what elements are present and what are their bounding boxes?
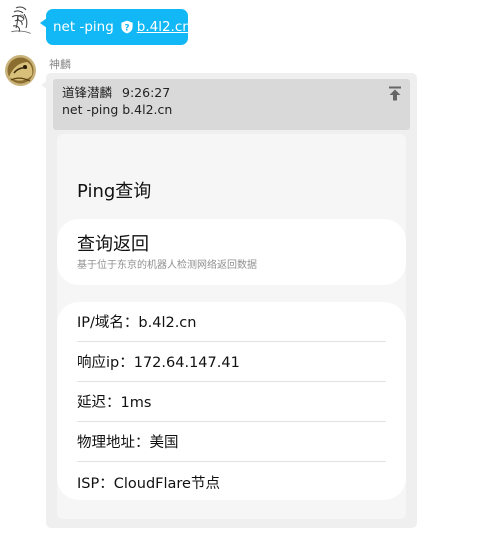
result-row-domain: IP/域名：b.4l2.cn: [77, 302, 386, 342]
section-title: 查询返回: [77, 234, 149, 255]
quote-author: 道锋潜麟: [62, 85, 113, 100]
result-list: IP/域名：b.4l2.cn 响应ip：172.64.147.41 延迟：1ms…: [57, 302, 406, 500]
quoted-message[interactable]: 道锋潜麟 9:26:27 net -ping b.4l2.cn: [53, 79, 410, 130]
pin-to-top-icon[interactable]: [388, 86, 402, 101]
result-row-isp: ISP：CloudFlare节点: [77, 475, 220, 492]
quote-text: net -ping b.4l2.cn: [62, 102, 173, 117]
user-message-bubble[interactable]: net -ping ? b.4l2.cn: [40, 9, 191, 45]
bot-avatar[interactable]: [5, 55, 36, 86]
bot-name: 神麟: [49, 58, 71, 71]
command-text: net -ping: [53, 19, 114, 35]
query-header-section: 查询返回 基于位于东京的机器人检测网络返回数据: [57, 219, 406, 285]
result-row-latency: 延迟：1ms: [77, 382, 386, 422]
svg-text:?: ?: [124, 23, 129, 33]
domain-link[interactable]: b.4l2.cn: [137, 19, 191, 35]
user-avatar[interactable]: [6, 4, 38, 36]
ping-result-panel: Ping查询 查询返回 基于位于东京的机器人检测网络返回数据 IP/域名：b.4…: [57, 134, 406, 519]
section-subtitle: 基于位于东京的机器人检测网络返回数据: [77, 260, 257, 271]
chat-window: net -ping ? b.4l2.cn 神麟 道锋潜麟 9:26:27 net …: [0, 0, 493, 539]
bot-message-card[interactable]: 道锋潜麟 9:26:27 net -ping b.4l2.cn Ping查询 查询…: [41, 73, 417, 528]
shield-question-icon: ?: [120, 20, 134, 34]
card-title: Ping查询: [77, 181, 152, 202]
quote-time: 9:26:27: [122, 85, 171, 100]
result-row-location: 物理地址：美国: [77, 422, 386, 462]
result-row-response-ip: 响应ip：172.64.147.41: [77, 342, 386, 382]
